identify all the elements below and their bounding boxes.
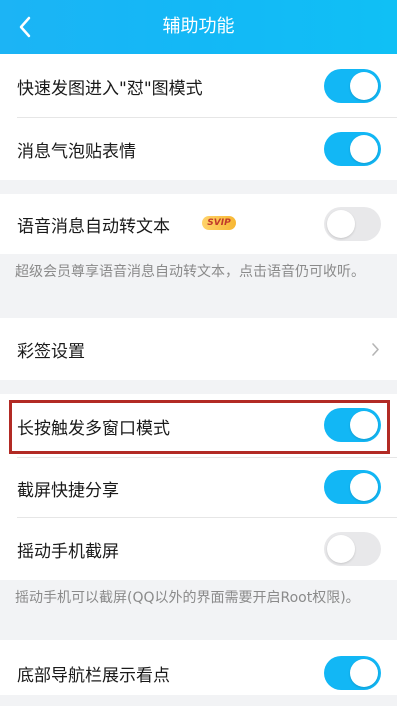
chevron-right-icon (371, 318, 380, 380)
shake-screenshot-toggle[interactable] (324, 532, 381, 566)
setting-label: 快速发图进入"怼"图模式 (17, 78, 203, 99)
toggle-knob (350, 473, 378, 501)
setting-row-bottom-nav-kandian[interactable]: 底部导航栏展示看点 (0, 640, 397, 695)
setting-label: 消息气泡贴表情 (17, 141, 136, 162)
toggle-knob (350, 72, 378, 100)
fast-send-toggle[interactable] (324, 69, 381, 103)
setting-label: 底部导航栏展示看点 (17, 665, 170, 686)
toggle-knob (350, 135, 378, 163)
bubble-sticker-toggle[interactable] (324, 132, 381, 166)
setting-label: 摇动手机截屏 (17, 541, 119, 562)
setting-row-voice-to-text[interactable]: 语音消息自动转文本 SVIP (0, 194, 397, 254)
header-bar: 辅助功能 (0, 0, 397, 54)
svip-badge: SVIP (202, 216, 236, 230)
setting-label: 截屏快捷分享 (17, 480, 119, 501)
bottom-nav-kandian-toggle[interactable] (324, 656, 381, 690)
voice-note: 超级会员尊享语音消息自动转文本，点击语音仍可收听。 (15, 264, 365, 280)
setting-row-fast-send[interactable]: 快速发图进入"怼"图模式 (0, 54, 397, 118)
highlight-box (9, 400, 390, 454)
setting-row-shake-screenshot[interactable]: 摇动手机截屏 (0, 518, 397, 580)
setting-row-bubble-sticker[interactable]: 消息气泡贴表情 (0, 118, 397, 180)
setting-label: 彩签设置 (17, 341, 85, 362)
toggle-knob (350, 659, 378, 687)
voice-to-text-toggle[interactable] (324, 207, 381, 241)
toggle-knob (327, 210, 355, 238)
setting-row-screenshot-share[interactable]: 截屏快捷分享 (0, 458, 397, 518)
setting-row-color-sign[interactable]: 彩签设置 (0, 318, 397, 380)
toggle-knob (327, 535, 355, 563)
setting-label: 语音消息自动转文本 (17, 216, 170, 237)
screenshot-share-toggle[interactable] (324, 470, 381, 504)
shake-note: 摇动手机可以截屏(QQ以外的界面需要开启Root权限)。 (15, 590, 360, 606)
page-title: 辅助功能 (162, 16, 235, 37)
